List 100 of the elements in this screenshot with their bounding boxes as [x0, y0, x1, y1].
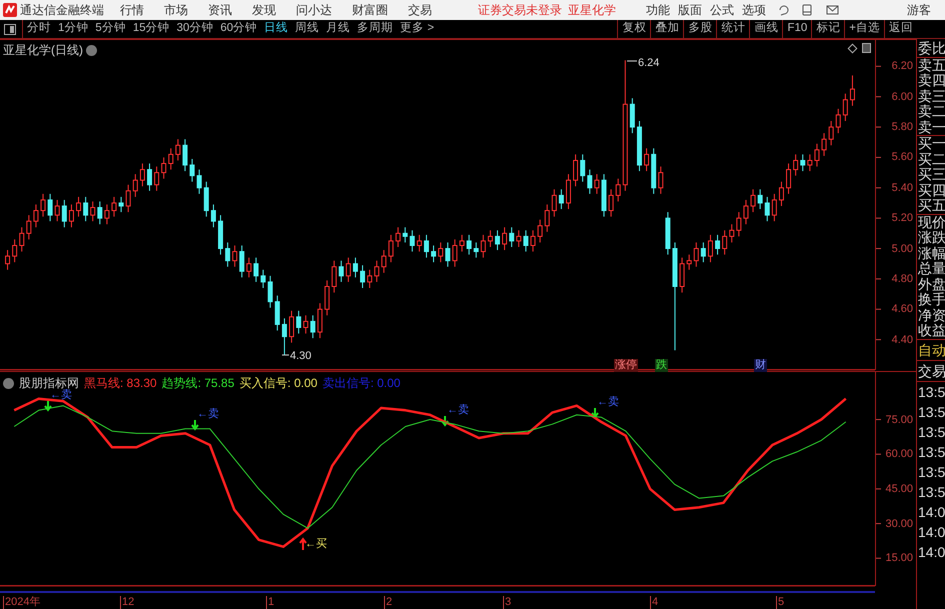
candlestick: [445, 242, 450, 268]
menu-item[interactable]: 财富圈: [346, 1, 394, 19]
panel-toggle-icon[interactable]: [4, 24, 16, 34]
toolbar-button[interactable]: 复权: [617, 20, 650, 38]
candlestick: [254, 257, 259, 282]
menu-item[interactable]: 发现: [246, 1, 282, 19]
axis-tick-label: 4.60: [890, 303, 913, 316]
axis-tick-label: 6.00: [890, 90, 913, 103]
phone-icon[interactable]: [802, 4, 812, 16]
candlestick: [850, 74, 855, 106]
toolbar-button[interactable]: 多股: [683, 20, 716, 38]
candlestick: [310, 314, 316, 339]
toolbar-button[interactable]: 标记: [811, 20, 844, 38]
menu-item[interactable]: 功能: [646, 1, 670, 19]
window-title: 通达信金融终端: [20, 2, 104, 19]
period-tab[interactable]: 分时: [27, 20, 51, 38]
menu-item[interactable]: 市场: [158, 1, 194, 19]
period-tab[interactable]: 5分钟: [95, 20, 126, 38]
menu-item[interactable]: 行情: [114, 1, 150, 19]
axis-tick: [876, 339, 882, 340]
candlestick: [225, 242, 230, 268]
period-tab[interactable]: 15分钟: [132, 20, 170, 38]
period-tab[interactable]: 30分钟: [176, 20, 214, 38]
candlestick: [324, 280, 330, 316]
period-tab[interactable]: 周线: [295, 20, 320, 38]
toolbar-button[interactable]: F10: [782, 20, 812, 38]
candlestick: [83, 196, 88, 222]
candlestick: [40, 193, 46, 218]
panel-toggle-icon[interactable]: [862, 43, 871, 53]
candlestick: [552, 188, 557, 218]
leader-line: [282, 354, 290, 356]
candlestick: [594, 174, 600, 194]
candlestick: [140, 163, 145, 187]
event-tag[interactable]: 财: [754, 359, 767, 372]
toolbar-button[interactable]: 画线: [749, 20, 782, 38]
side-label: 13:5: [917, 422, 945, 442]
menu-item[interactable]: 资讯: [202, 1, 238, 19]
toolbar-button[interactable]: 统计: [716, 20, 750, 38]
menu-item[interactable]: 公式: [710, 1, 734, 19]
side-label: 13:5: [917, 482, 945, 502]
candlestick: [274, 295, 280, 332]
sell-signal-label: ←卖: [197, 408, 219, 420]
auto-trade-tab[interactable]: 自动: [917, 338, 945, 360]
period-tab[interactable]: 多周期: [357, 20, 394, 38]
legend-value: 卖出信号: 0.00: [322, 375, 400, 392]
candlestick: [708, 234, 713, 263]
axis-tick-label: 5.80: [890, 121, 913, 134]
candlestick: [743, 199, 748, 225]
candlestick: [260, 269, 266, 289]
candlestick: [700, 242, 706, 263]
period-tab[interactable]: 更多 >: [400, 20, 434, 38]
candlestick: [196, 169, 202, 194]
candlestick: [19, 226, 24, 252]
menu-item[interactable]: 版面: [678, 1, 702, 19]
toolbar-button[interactable]: +自选: [844, 20, 884, 38]
up-arrow-icon: [299, 537, 307, 551]
candlestick: [630, 98, 635, 134]
legend-value: 黑马线: 83.30: [84, 375, 157, 392]
event-tag[interactable]: 跌: [655, 359, 668, 372]
period-tab[interactable]: 月线: [326, 20, 350, 38]
axis-tick-label: 45.00: [884, 482, 913, 495]
event-tag[interactable]: 涨停: [614, 359, 638, 372]
period-tab[interactable]: 日线: [264, 20, 288, 38]
candlestick: [154, 166, 160, 192]
mail-icon[interactable]: [826, 5, 839, 15]
dropdown-icon[interactable]: [3, 378, 14, 388]
period-tab[interactable]: 60分钟: [220, 20, 258, 38]
menu-item[interactable]: 选项: [742, 1, 766, 19]
candlestick: [190, 158, 195, 182]
axis-tick-label: 5.60: [890, 151, 913, 164]
side-label: 买一: [917, 135, 945, 152]
candlestick: [416, 234, 422, 252]
candlestick: [672, 242, 678, 351]
side-label: 买三: [917, 167, 945, 182]
candlestick: [644, 148, 650, 172]
side-label: 13:5: [917, 402, 945, 422]
candlestick: [530, 230, 536, 252]
down-arrow-icon: [191, 419, 199, 431]
period-tab[interactable]: 1分钟: [58, 20, 88, 38]
axis-tick: [876, 126, 882, 128]
candlestick: [822, 132, 827, 156]
low-price-label: 4.30: [290, 349, 312, 364]
scrollbar-track[interactable]: [0, 591, 875, 593]
toolbar-button[interactable]: 叠加: [650, 20, 684, 38]
side-label: 13:5: [917, 380, 945, 402]
candlestick: [112, 196, 117, 218]
axis-tick: [876, 308, 882, 310]
menu-item[interactable]: 问小达: [290, 1, 338, 19]
candlestick: [729, 224, 734, 243]
login-status[interactable]: 证券交易未登录: [478, 1, 562, 19]
toolbar-button[interactable]: 返回: [884, 20, 917, 38]
menu-item[interactable]: 交易: [402, 1, 438, 19]
user-label[interactable]: 游客: [907, 1, 931, 19]
date-label: 2: [384, 596, 392, 609]
app-logo-icon: [3, 3, 17, 17]
side-label: 14:0: [917, 522, 945, 542]
side-label: 卖一: [917, 120, 945, 135]
dropdown-icon[interactable]: [86, 44, 97, 56]
candlestick: [296, 310, 302, 334]
candlestick: [338, 260, 344, 282]
